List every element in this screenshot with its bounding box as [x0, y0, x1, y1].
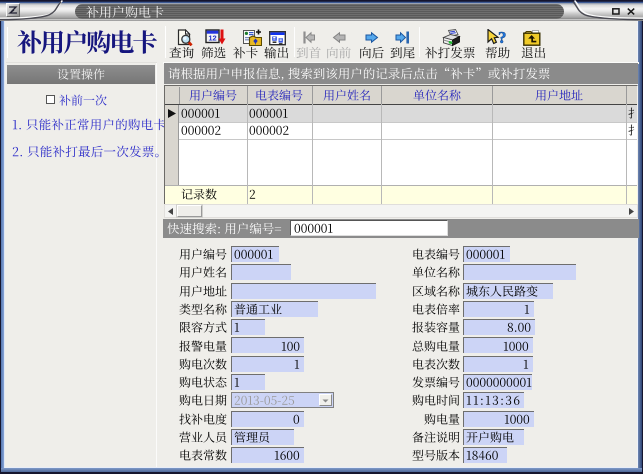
svg-text:12: 12 [208, 34, 216, 43]
